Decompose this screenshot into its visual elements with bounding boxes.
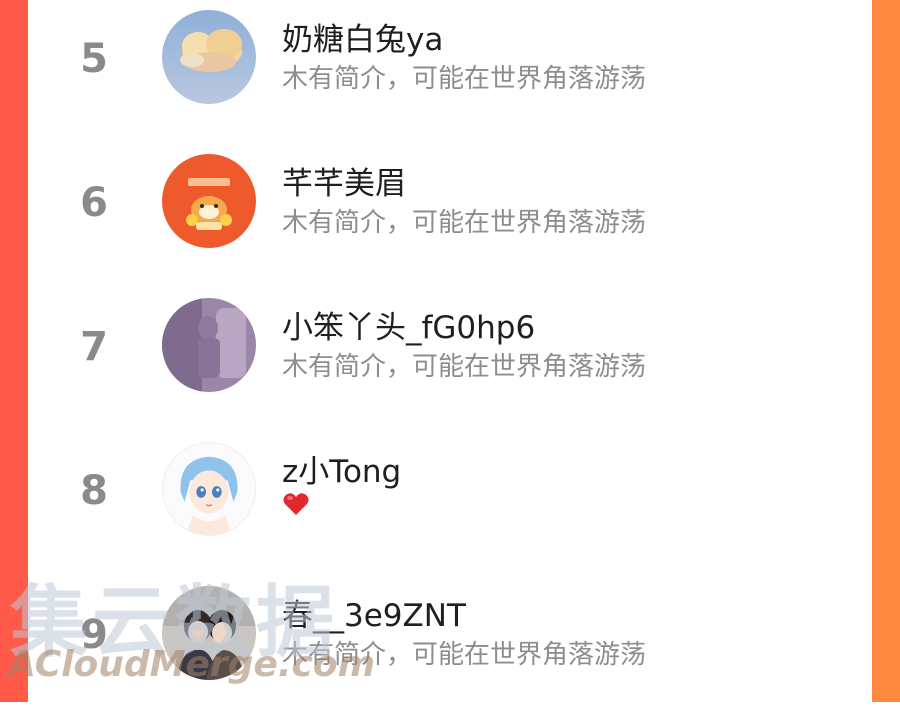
list-item[interactable]: 5 奶糖白兔ya 木有简介，可能在世界角落游荡: [28, 0, 872, 132]
user-name[interactable]: z小Tong: [282, 446, 401, 491]
user-name[interactable]: 春__3e9ZNT: [282, 590, 466, 635]
user-bio: 木有简介，可能在世界角落游荡: [282, 208, 647, 238]
couple-photo-avatar-icon[interactable]: [162, 586, 256, 680]
list-item[interactable]: 8 z小Tong: [28, 424, 872, 564]
anime-girl-avatar-icon[interactable]: [162, 442, 256, 536]
user-bio: 木有简介，可能在世界角落游荡: [282, 640, 647, 670]
rank-number: 8: [80, 468, 108, 514]
rank-number: 9: [80, 612, 108, 658]
user-bio: 木有简介，可能在世界角落游荡: [282, 352, 647, 382]
ranking-list: 5 奶糖白兔ya 木有简介，可能在世界角落游荡 6 芊芊美眉 木有简介，可能在世…: [28, 0, 872, 702]
user-bio: 木有简介，可能在世界角落游荡: [282, 64, 647, 94]
cloud-avatar-icon[interactable]: [162, 10, 256, 104]
user-name[interactable]: 小笨丫头_fG0hp6: [282, 302, 535, 347]
rank-number: 6: [80, 180, 108, 226]
list-item[interactable]: 6 芊芊美眉 木有简介，可能在世界角落游荡: [28, 136, 872, 276]
list-item[interactable]: 7 小笨丫头_fG0hp6 木有简介，可能在世界角落游荡: [28, 280, 872, 420]
tiger-avatar-icon[interactable]: [162, 154, 256, 248]
rank-number: 7: [80, 324, 108, 370]
app-frame: 5 奶糖白兔ya 木有简介，可能在世界角落游荡 6 芊芊美眉 木有简介，可能在世…: [0, 0, 900, 702]
list-item[interactable]: 9 春__3e9ZNT 木有简介，可能在世界角落游荡: [28, 568, 872, 708]
purple-photo-avatar-icon[interactable]: [162, 298, 256, 392]
rank-number: 5: [80, 36, 108, 82]
user-name[interactable]: 奶糖白兔ya: [282, 14, 443, 59]
user-name[interactable]: 芊芊美眉: [282, 158, 406, 203]
heart-icon: [282, 490, 310, 518]
